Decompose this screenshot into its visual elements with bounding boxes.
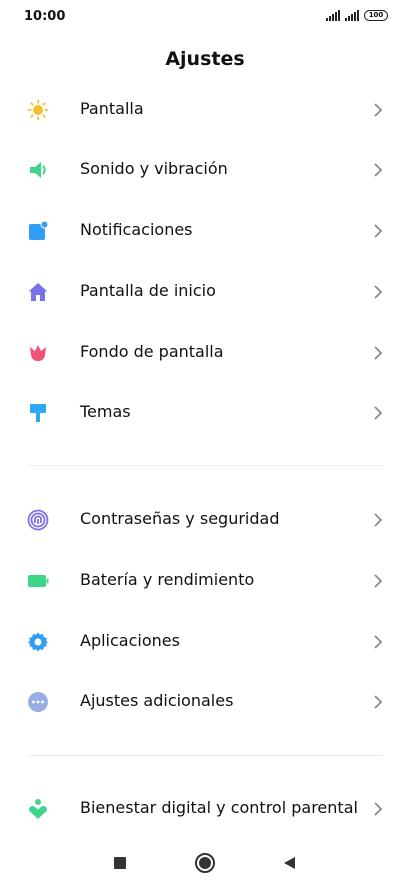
chevron-right-icon bbox=[374, 802, 383, 816]
more-icon bbox=[28, 692, 48, 712]
paint-roller-icon bbox=[30, 404, 46, 422]
home-icon bbox=[28, 283, 48, 301]
settings-item-label: Notificaciones bbox=[80, 220, 193, 239]
group-divider bbox=[27, 465, 383, 466]
settings-item-sonido[interactable]: Sonido y vibración bbox=[0, 140, 410, 200]
settings-item-pantalla-inicio[interactable]: Pantalla de inicio bbox=[0, 262, 410, 322]
chevron-right-icon bbox=[374, 163, 383, 177]
settings-item-label: Pantalla bbox=[80, 99, 144, 118]
wellbeing-icon bbox=[29, 799, 47, 819]
home-button[interactable] bbox=[192, 850, 218, 876]
settings-item-label: Ajustes adicionales bbox=[80, 691, 234, 710]
sun-icon bbox=[27, 99, 49, 121]
settings-item-bienestar[interactable]: Bienestar digital y control parental bbox=[0, 779, 410, 839]
settings-item-fondo[interactable]: Fondo de pantalla bbox=[0, 323, 410, 383]
recents-icon bbox=[114, 857, 126, 869]
settings-item-aplicaciones[interactable]: Aplicaciones bbox=[0, 612, 410, 672]
chevron-right-icon bbox=[374, 513, 383, 527]
settings-item-notificaciones[interactable]: Notificaciones bbox=[0, 201, 410, 261]
speaker-icon bbox=[30, 162, 46, 178]
navigation-bar bbox=[0, 838, 410, 888]
fingerprint-icon bbox=[27, 509, 49, 531]
back-button[interactable] bbox=[276, 850, 302, 876]
chevron-right-icon bbox=[374, 103, 383, 117]
settings-item-ajustes-adicionales[interactable]: Ajustes adicionales bbox=[0, 672, 410, 732]
chevron-right-icon bbox=[374, 224, 383, 238]
settings-item-label: Contraseñas y seguridad bbox=[80, 509, 280, 528]
battery-indicator-icon: 100 bbox=[364, 10, 388, 21]
page-title: Ajustes bbox=[165, 48, 245, 70]
settings-item-contrasenas[interactable]: Contraseñas y seguridad bbox=[0, 490, 410, 550]
signal-icon bbox=[326, 10, 340, 21]
settings-item-label: Fondo de pantalla bbox=[80, 342, 224, 361]
settings-item-label: Batería y rendimiento bbox=[80, 570, 255, 589]
signal-icon bbox=[345, 10, 359, 21]
status-time: 10:00 bbox=[24, 9, 66, 24]
settings-item-label: Aplicaciones bbox=[80, 631, 180, 650]
chevron-right-icon bbox=[374, 346, 383, 360]
settings-item-label: Bienestar digital y control parental bbox=[80, 798, 358, 817]
settings-item-pantalla[interactable]: Pantalla bbox=[0, 80, 410, 140]
notification-icon bbox=[29, 220, 49, 240]
group-divider bbox=[27, 755, 383, 756]
recents-button[interactable] bbox=[107, 850, 133, 876]
chevron-right-icon bbox=[374, 285, 383, 299]
battery-level: 100 bbox=[368, 11, 384, 19]
chevron-right-icon bbox=[374, 406, 383, 420]
settings-item-label: Pantalla de inicio bbox=[80, 281, 216, 300]
settings-item-temas[interactable]: Temas bbox=[0, 383, 410, 443]
settings-item-bateria[interactable]: Batería y rendimiento bbox=[0, 551, 410, 611]
settings-item-label: Sonido y vibración bbox=[80, 159, 228, 178]
status-bar: 10:00 100 bbox=[0, 0, 410, 36]
chevron-right-icon bbox=[374, 635, 383, 649]
home-circle-icon bbox=[195, 853, 215, 873]
settings-item-label: Temas bbox=[80, 402, 131, 421]
chevron-right-icon bbox=[374, 574, 383, 588]
gear-icon bbox=[28, 632, 48, 652]
battery-icon bbox=[28, 575, 49, 587]
back-icon bbox=[284, 857, 295, 869]
tulip-icon bbox=[30, 345, 46, 361]
chevron-right-icon bbox=[374, 695, 383, 709]
status-icons: 100 bbox=[326, 10, 388, 21]
